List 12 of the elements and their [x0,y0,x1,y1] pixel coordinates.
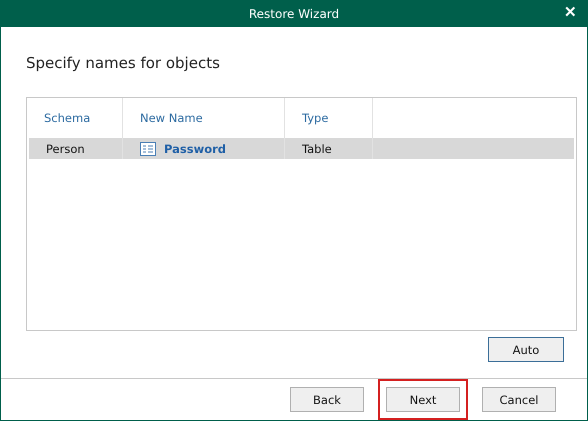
auto-button[interactable]: Auto [488,337,564,362]
wizard-button[interactable]: Cancel [482,387,556,412]
table-row[interactable]: Person Password Table [29,138,574,159]
close-button[interactable]: ✕ [560,3,581,21]
table-icon [140,142,156,156]
table-cell: Person [46,142,85,156]
table-cell: Table [302,142,332,156]
table-cell: Password [164,142,226,156]
wizard-button[interactable]: Next [386,387,460,412]
window-title: Restore Wizard [248,6,340,20]
wizard-button[interactable]: Back [290,387,364,412]
page-heading: Specify names for objects [26,54,221,74]
